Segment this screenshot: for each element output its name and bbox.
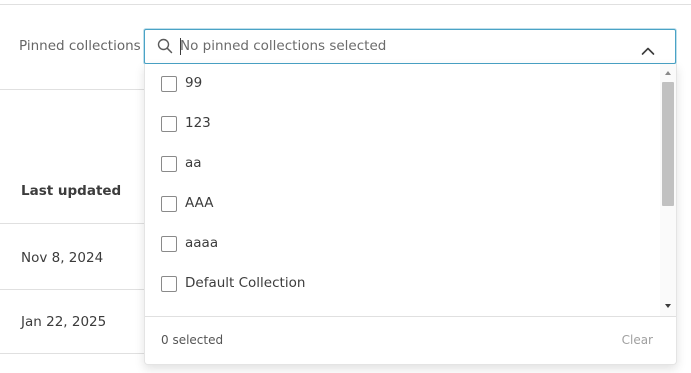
option-label: AAA	[185, 195, 214, 211]
divider	[0, 289, 144, 290]
option-checkbox[interactable]	[161, 236, 177, 252]
dropdown-scrollbar[interactable]	[660, 64, 676, 316]
option-item[interactable]: 99	[145, 64, 660, 104]
option-item[interactable]: 123	[145, 104, 660, 144]
search-icon	[157, 38, 173, 54]
divider	[0, 353, 144, 354]
scroll-up-arrow-icon[interactable]	[665, 71, 671, 75]
option-checkbox[interactable]	[161, 76, 177, 92]
option-item[interactable]: aa	[145, 144, 660, 184]
option-label: aaaa	[185, 235, 219, 251]
dropdown-footer: 0 selected Clear	[145, 316, 676, 364]
scrollbar-thumb[interactable]	[662, 82, 674, 206]
option-label: aa	[185, 155, 202, 171]
top-divider	[0, 4, 691, 5]
text-cursor	[180, 38, 181, 55]
option-label: 123	[185, 115, 211, 131]
selected-count: 0 selected	[161, 333, 224, 347]
option-item[interactable]: Default Collection	[145, 264, 660, 304]
divider	[0, 223, 144, 224]
options-list: 99 123 aa AAA aaaa Default Collection	[145, 64, 660, 316]
option-label: 99	[185, 75, 203, 91]
divider	[0, 89, 144, 90]
option-checkbox[interactable]	[161, 276, 177, 292]
option-item[interactable]: AAA	[145, 184, 660, 224]
table-row-date: Nov 8, 2024	[21, 250, 104, 266]
clear-button[interactable]: Clear	[622, 333, 653, 347]
option-label: Default Collection	[185, 275, 306, 291]
column-header-last-updated[interactable]: Last updated	[21, 183, 121, 199]
pinned-collections-label: Pinned collections	[19, 38, 141, 54]
option-item[interactable]: aaaa	[145, 224, 660, 264]
chevron-up-icon[interactable]	[641, 41, 655, 55]
pinned-collections-select[interactable]	[144, 29, 676, 64]
pinned-collections-dropdown: 99 123 aa AAA aaaa Default Collection 0 …	[144, 64, 677, 365]
scroll-down-arrow-icon[interactable]	[665, 304, 671, 308]
option-checkbox[interactable]	[161, 156, 177, 172]
option-checkbox[interactable]	[161, 116, 177, 132]
option-checkbox[interactable]	[161, 196, 177, 212]
table-row-date: Jan 22, 2025	[21, 314, 107, 330]
pinned-collections-search-input[interactable]	[180, 34, 620, 58]
